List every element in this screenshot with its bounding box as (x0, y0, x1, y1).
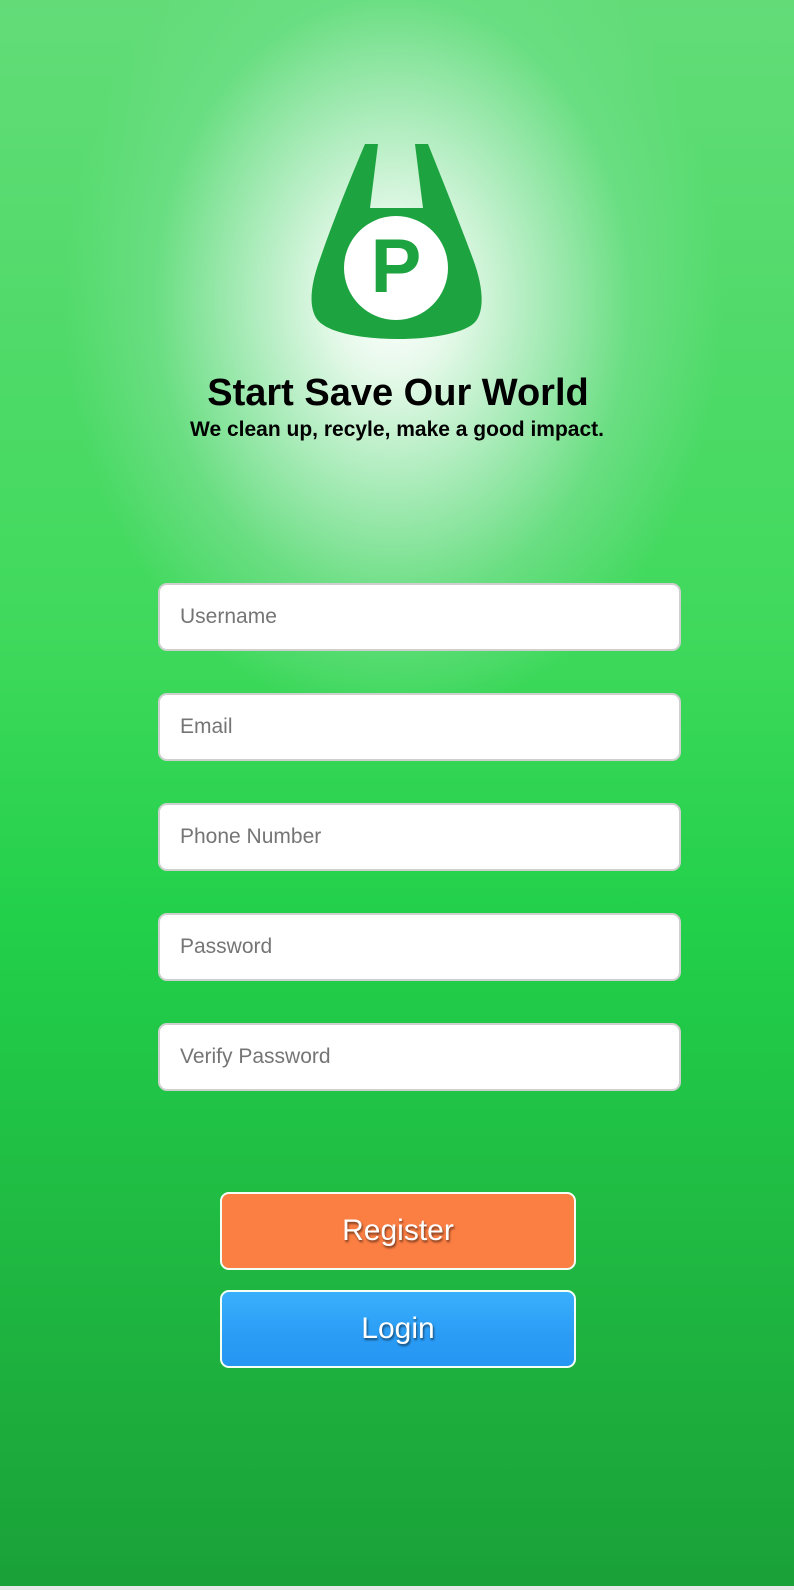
logo-letter: P (371, 224, 422, 309)
page-title: Start Save Our World (207, 372, 589, 414)
register-button[interactable]: Register (220, 1192, 576, 1270)
username-input[interactable] (158, 583, 681, 651)
login-button[interactable]: Login (220, 1290, 576, 1368)
page-subtitle: We clean up, recyle, make a good impact. (190, 418, 604, 441)
bag-logo-icon: P (311, 144, 482, 339)
phone-number-input[interactable] (158, 803, 681, 871)
bottom-divider (0, 1586, 794, 1590)
password-input[interactable] (158, 913, 681, 981)
verify-password-input[interactable] (158, 1023, 681, 1091)
email-input[interactable] (158, 693, 681, 761)
